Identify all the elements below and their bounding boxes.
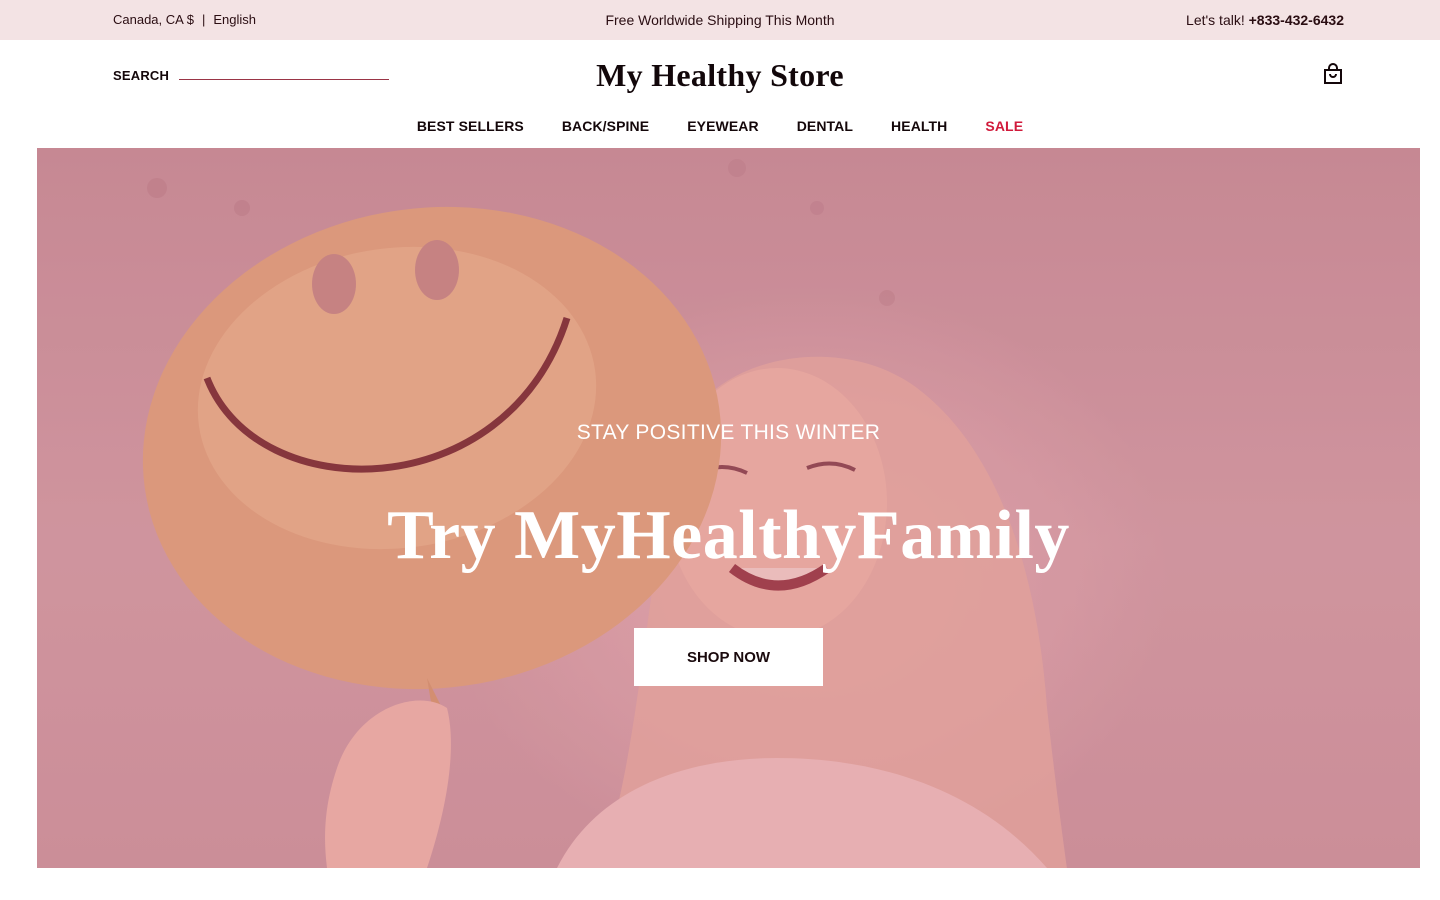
nav-item-sale[interactable]: SALE bbox=[985, 118, 1023, 134]
contact-info: Let's talk! +833-432-6432 bbox=[1186, 12, 1344, 28]
nav-item-back-spine[interactable]: BACK/SPINE bbox=[562, 118, 649, 134]
hero-eyebrow: STAY POSITIVE THIS WINTER bbox=[576, 421, 881, 444]
nav-item-dental[interactable]: DENTAL bbox=[797, 118, 853, 134]
nav-item-health[interactable]: HEALTH bbox=[891, 118, 947, 134]
shop-now-button[interactable]: SHOP NOW bbox=[634, 628, 823, 686]
nav-item-eyewear[interactable]: EYEWEAR bbox=[687, 118, 759, 134]
announcement-bar: Canada, CA $ | English Free Worldwide Sh… bbox=[0, 0, 1440, 40]
hero-banner: STAY POSITIVE THIS WINTER Try MyHealthyF… bbox=[37, 148, 1420, 868]
phone-link[interactable]: +833-432-6432 bbox=[1249, 12, 1344, 28]
hero-headline: Try MyHealthyFamily bbox=[387, 497, 1070, 574]
nav-item-best-sellers[interactable]: BEST SELLERS bbox=[417, 118, 524, 134]
site-logo[interactable]: My Healthy Store bbox=[0, 57, 1440, 94]
shopping-bag-icon[interactable] bbox=[1323, 63, 1343, 85]
contact-label: Let's talk! bbox=[1186, 12, 1245, 28]
main-navigation: BEST SELLERS BACK/SPINE EYEWEAR DENTAL H… bbox=[0, 118, 1440, 134]
site-header: SEARCH My Healthy Store BEST SELLERS BAC… bbox=[0, 40, 1440, 148]
